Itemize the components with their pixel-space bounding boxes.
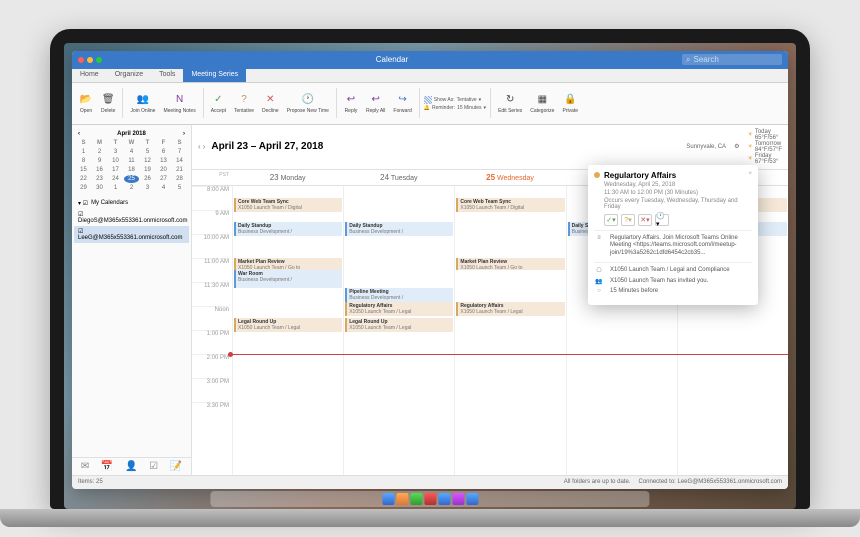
sidebar-nav: ✉ 📅 👤 ☑ 📝	[72, 457, 191, 475]
outlook-window: Calendar ⌕ Search HomeOrganizeToolsMeeti…	[72, 51, 788, 489]
mini-calendar[interactable]: ‹April 2018› SMTWTFS12345678910111213141…	[72, 125, 191, 196]
mail-icon[interactable]: ✉	[81, 461, 89, 472]
edit-series-button[interactable]: ↻Edit Series	[495, 91, 525, 116]
reminder-dropdown[interactable]: 🔔Reminder: 15 Minutes ▾	[424, 105, 486, 111]
weather-day: ☀Friday67°F/53°	[747, 153, 782, 165]
tentative-button[interactable]: ?▾	[621, 214, 635, 226]
calendar-account[interactable]: ☑ DiegoS@M365x553361.onmicrosoft.com	[74, 209, 189, 226]
close-button[interactable]	[78, 57, 84, 63]
calendar-event[interactable]: Regulatory AffairsX1050 Launch Team / Le…	[456, 302, 564, 316]
now-line	[232, 354, 788, 355]
calendar-event[interactable]: Core Web Team SyncX1050 Launch Team / Di…	[456, 198, 564, 212]
desktop: Calendar ⌕ Search HomeOrganizeToolsMeeti…	[64, 43, 796, 509]
calendar-event[interactable]: Regulatory AffairsX1050 Launch Team / Le…	[345, 302, 453, 316]
calendar-event[interactable]: Daily StandupBusiness Development /	[345, 222, 453, 236]
search-icon: ⌕	[686, 55, 690, 65]
private-button[interactable]: 🔒Private	[559, 91, 581, 116]
meeting-notes-button[interactable]: NMeeting Notes	[160, 91, 198, 116]
calendar-main: ‹› April 23 – April 27, 2018 Sunnyvale, …	[192, 125, 788, 475]
search-input[interactable]: ⌕ Search	[682, 54, 782, 65]
body: ‹April 2018› SMTWTFS12345678910111213141…	[72, 125, 788, 475]
forward-button[interactable]: ↪Forward	[390, 91, 414, 116]
people-icon[interactable]: 👤	[125, 461, 137, 472]
location-icon[interactable]: ⚙	[734, 143, 739, 150]
day-column[interactable]: Daily StandupBusiness Development / Pipel…	[343, 186, 454, 475]
join-online-button[interactable]: 👥Join Online	[127, 91, 158, 116]
decline-button[interactable]: ✕Decline	[259, 91, 282, 116]
location-icon: ⎔	[594, 267, 604, 274]
close-icon[interactable]: ×	[748, 171, 752, 177]
notes-icon[interactable]: 📝	[170, 461, 182, 472]
day-header[interactable]: 24 Tuesday	[343, 170, 454, 185]
mini-cal-month: April 2018	[117, 131, 146, 137]
tab-organize[interactable]: Organize	[107, 69, 151, 82]
show-as-dropdown[interactable]: Show As: Tentative ▾	[424, 96, 486, 104]
ribbon-tabs: HomeOrganizeToolsMeeting Series	[72, 69, 788, 83]
next-week-icon[interactable]: ›	[203, 142, 206, 151]
tasks-icon[interactable]: ☑	[149, 461, 158, 472]
accept-button[interactable]: ✓Accept	[208, 91, 229, 116]
day-header[interactable]: 25 Wednesday	[454, 170, 565, 185]
propose-time-button[interactable]: 🕐▾	[655, 214, 669, 226]
popover-title: Regulartory Affairs	[594, 171, 752, 180]
open-button[interactable]: 📂Open	[76, 91, 96, 116]
week-title: April 23 – April 27, 2018	[211, 141, 323, 152]
window-title: Calendar	[102, 55, 682, 64]
propose-time-button[interactable]: 🕐Propose New Time	[284, 91, 332, 116]
calendar-event[interactable]: Market Plan ReviewX1050 Launch Team / Go…	[234, 258, 342, 270]
titlebar: Calendar ⌕ Search	[72, 51, 788, 69]
window-controls	[78, 57, 102, 63]
laptop-frame: Calendar ⌕ Search HomeOrganizeToolsMeeti…	[50, 29, 810, 509]
prev-month-icon[interactable]: ‹	[78, 131, 80, 137]
weather-day: ☀Today65°F/56°	[747, 129, 782, 141]
event-popover: × Regulartory Affairs Wednesday, April 2…	[588, 165, 758, 306]
ribbon: 📂Open 🗑Delete 👥Join Online NMeeting Note…	[72, 83, 788, 125]
reminder-icon: ○	[594, 288, 604, 294]
people-icon: 👥	[594, 278, 604, 285]
tab-meeting-series[interactable]: Meeting Series	[183, 69, 246, 82]
prev-week-icon[interactable]: ‹	[198, 142, 201, 151]
tentative-button[interactable]: ?Tentative	[231, 91, 257, 116]
calendar-event[interactable]: Legal Round UpX1050 Launch Team / Legal	[345, 318, 453, 332]
accept-button[interactable]: ✓▾	[604, 214, 618, 226]
tab-home[interactable]: Home	[72, 69, 107, 82]
calendar-account[interactable]: ☑ LeeG@M365x553361.onmicrosoft.com	[74, 226, 189, 243]
tab-tools[interactable]: Tools	[151, 69, 183, 82]
day-column[interactable]: Core Web Team SyncX1050 Launch Team / Di…	[232, 186, 343, 475]
text-icon: ≡	[594, 235, 604, 241]
calendar-event[interactable]: Legal Round UpX1050 Launch Team / Legal	[234, 318, 342, 332]
weather-day: ☀Tomorrow84°F/57°F	[747, 141, 782, 153]
sidebar: ‹April 2018› SMTWTFS12345678910111213141…	[72, 125, 192, 475]
week-header: ‹› April 23 – April 27, 2018 Sunnyvale, …	[192, 125, 788, 170]
day-header[interactable]: 23 Monday	[232, 170, 343, 185]
calendar-event[interactable]: Pipeline MeetingBusiness Development /	[345, 288, 453, 302]
delete-button[interactable]: 🗑Delete	[98, 91, 118, 116]
my-calendars-header[interactable]: ▾ ☑ My Calendars	[74, 198, 189, 209]
calendar-event[interactable]: Core Web Team SyncX1050 Launch Team / Di…	[234, 198, 342, 212]
minimize-button[interactable]	[87, 57, 93, 63]
day-column[interactable]: Core Web Team SyncX1050 Launch Team / Di…	[454, 186, 565, 475]
categorize-button[interactable]: ▦Categorize	[527, 91, 557, 116]
reply-all-button[interactable]: ↩Reply All	[363, 91, 388, 116]
calendar-event[interactable]: Daily StandupBusiness Development /	[234, 222, 342, 236]
statusbar: Items: 25 All folders are up to date. Co…	[72, 475, 788, 489]
macos-dock[interactable]	[210, 491, 649, 507]
calendar-icon[interactable]: 📅	[101, 461, 113, 472]
decline-button[interactable]: ✕▾	[638, 214, 652, 226]
calendar-list: ▾ ☑ My Calendars ☑ DiegoS@M365x553361.on…	[72, 196, 191, 457]
next-month-icon[interactable]: ›	[183, 131, 185, 137]
reply-button[interactable]: ↩Reply	[341, 91, 361, 116]
screen: Calendar ⌕ Search HomeOrganizeToolsMeeti…	[64, 43, 796, 509]
calendar-event[interactable]: Market Plan ReviewX1050 Launch Team / Go…	[456, 258, 564, 270]
weather-bar: Sunnyvale, CA⚙ ☀Today65°F/56°☀Tomorrow84…	[686, 129, 782, 165]
calendar-event[interactable]: War RoomBusiness Development /	[234, 270, 342, 288]
